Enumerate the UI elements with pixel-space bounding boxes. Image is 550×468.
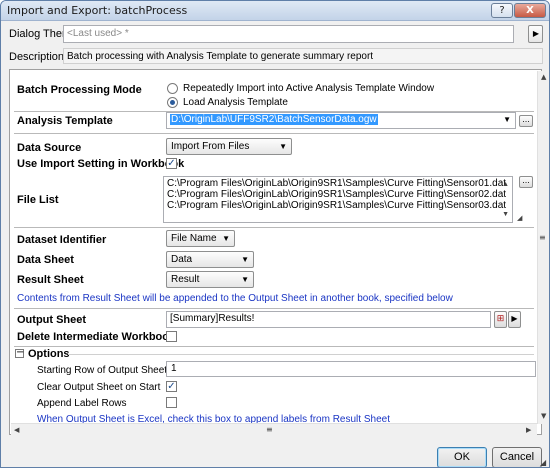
arrow-right-icon[interactable]: ▶: [508, 311, 521, 328]
output-sheet-label: Output Sheet: [17, 314, 87, 326]
dataset-identifier-combo[interactable]: File Name ▼: [166, 230, 235, 247]
delete-intermediate-label: Delete Intermediate Workbook: [17, 331, 176, 343]
description-label: Description: [9, 51, 65, 63]
result-sheet-note: Contents from Result Sheet will be appen…: [17, 293, 453, 304]
dataset-identifier-value: File Name: [171, 233, 217, 244]
cancel-button[interactable]: Cancel: [492, 447, 542, 467]
use-import-setting-label: Use Import Setting in Workbook: [17, 158, 185, 170]
arrow-right-icon: ▶: [532, 29, 539, 38]
window-title: Import and Export: batchProcess: [7, 4, 188, 17]
dataset-identifier-label: Dataset Identifier: [17, 234, 107, 246]
scroll-down-icon[interactable]: ▼: [541, 412, 546, 420]
scroll-left-icon[interactable]: ◀: [14, 426, 19, 434]
resize-grip-icon[interactable]: ◢: [540, 458, 546, 467]
title-bar: Import and Export: batchProcess ? X: [1, 1, 549, 21]
separator: [68, 354, 534, 355]
analysis-template-field[interactable]: D:\OriginLab\UFF9SR2\BatchSensorData.ogw…: [166, 112, 516, 129]
scroll-grip-icon[interactable]: ≡: [266, 425, 273, 434]
list-resize-icon[interactable]: ◢: [517, 214, 522, 222]
scroll-up-icon[interactable]: ▲: [541, 73, 546, 81]
data-sheet-combo[interactable]: Data ▼: [166, 251, 254, 268]
starting-row-label: Starting Row of Output Sheet: [37, 365, 168, 376]
data-source-value: Import From Files: [171, 141, 250, 152]
use-import-setting-checkbox[interactable]: ✓: [166, 158, 177, 169]
separator: [14, 227, 534, 228]
batch-mode-label: Batch Processing Mode: [17, 84, 142, 96]
description-text: Batch processing with Analysis Template …: [63, 48, 543, 64]
clear-output-label: Clear Output Sheet on Start: [37, 382, 161, 393]
dialog-theme-combo[interactable]: <Last used> *: [63, 25, 514, 43]
separator: [14, 308, 534, 309]
separator: [14, 133, 534, 134]
chevron-down-icon: ▼: [279, 142, 287, 151]
scroll-right-icon[interactable]: ▶: [526, 426, 531, 434]
browse-files-button[interactable]: ...: [519, 176, 533, 188]
data-source-combo[interactable]: Import From Files ▼: [166, 138, 292, 155]
data-source-label: Data Source: [17, 142, 82, 154]
radio-load-template[interactable]: [167, 97, 178, 108]
file-list-box[interactable]: C:\Program Files\OriginLab\Origin9SR1\Sa…: [163, 176, 513, 223]
data-sheet-label: Data Sheet: [17, 254, 74, 266]
result-sheet-combo[interactable]: Result ▼: [166, 271, 254, 288]
file-list-item[interactable]: C:\Program Files\OriginLab\Origin9SR1\Sa…: [167, 189, 509, 200]
append-label-rows-label: Append Label Rows: [37, 398, 127, 409]
horizontal-scrollbar[interactable]: ◀ ≡ ▶: [11, 423, 537, 435]
scroll-up-icon[interactable]: ▲: [502, 179, 509, 190]
ok-button[interactable]: OK: [437, 447, 487, 467]
close-icon[interactable]: X: [514, 3, 546, 18]
append-label-rows-checkbox[interactable]: [166, 397, 177, 408]
radio-repeat-import-label: Repeatedly Import into Active Analysis T…: [183, 83, 435, 94]
starting-row-input[interactable]: 1: [166, 361, 536, 377]
options-label: Options: [28, 348, 70, 360]
vertical-scrollbar[interactable]: ▲ ≡ ▼: [537, 71, 549, 424]
result-sheet-label: Result Sheet: [17, 274, 84, 286]
scroll-down-icon[interactable]: ▼: [502, 209, 509, 220]
file-list-label: File List: [17, 194, 59, 206]
collapse-options-icon[interactable]: −: [15, 348, 24, 358]
dialog-window: Import and Export: batchProcess ? X Dial…: [0, 0, 550, 468]
file-list-item[interactable]: C:\Program Files\OriginLab\Origin9SR1\Sa…: [167, 200, 509, 211]
output-sheet-field[interactable]: [Summary]Results!: [166, 311, 491, 328]
radio-repeat-import[interactable]: [167, 83, 178, 94]
theme-menu-button[interactable]: ▶: [528, 25, 543, 43]
data-sheet-value: Data: [171, 254, 193, 265]
radio-load-template-label: Load Analysis Template: [183, 97, 288, 108]
chevron-down-icon: ▼: [222, 234, 230, 243]
delete-intermediate-checkbox[interactable]: [166, 331, 177, 342]
chevron-down-icon[interactable]: ▼: [503, 115, 511, 124]
analysis-template-value: D:\OriginLab\UFF9SR2\BatchSensorData.ogw: [170, 114, 378, 125]
chevron-down-icon: ▼: [241, 275, 249, 284]
scroll-grip-icon[interactable]: ≡: [539, 233, 546, 242]
result-sheet-value: Result: [171, 274, 200, 285]
separator: [14, 346, 534, 347]
browse-template-button[interactable]: ...: [519, 115, 533, 127]
sheet-picker-icon[interactable]: ⊞: [494, 311, 507, 328]
help-icon[interactable]: ?: [491, 3, 513, 18]
settings-panel: Batch Processing Mode Repeatedly Import …: [9, 69, 549, 435]
clear-output-checkbox[interactable]: ✓: [166, 381, 177, 392]
analysis-template-label: Analysis Template: [17, 115, 113, 127]
file-list-item[interactable]: C:\Program Files\OriginLab\Origin9SR1\Sa…: [167, 178, 509, 189]
chevron-down-icon: ▼: [241, 255, 249, 264]
